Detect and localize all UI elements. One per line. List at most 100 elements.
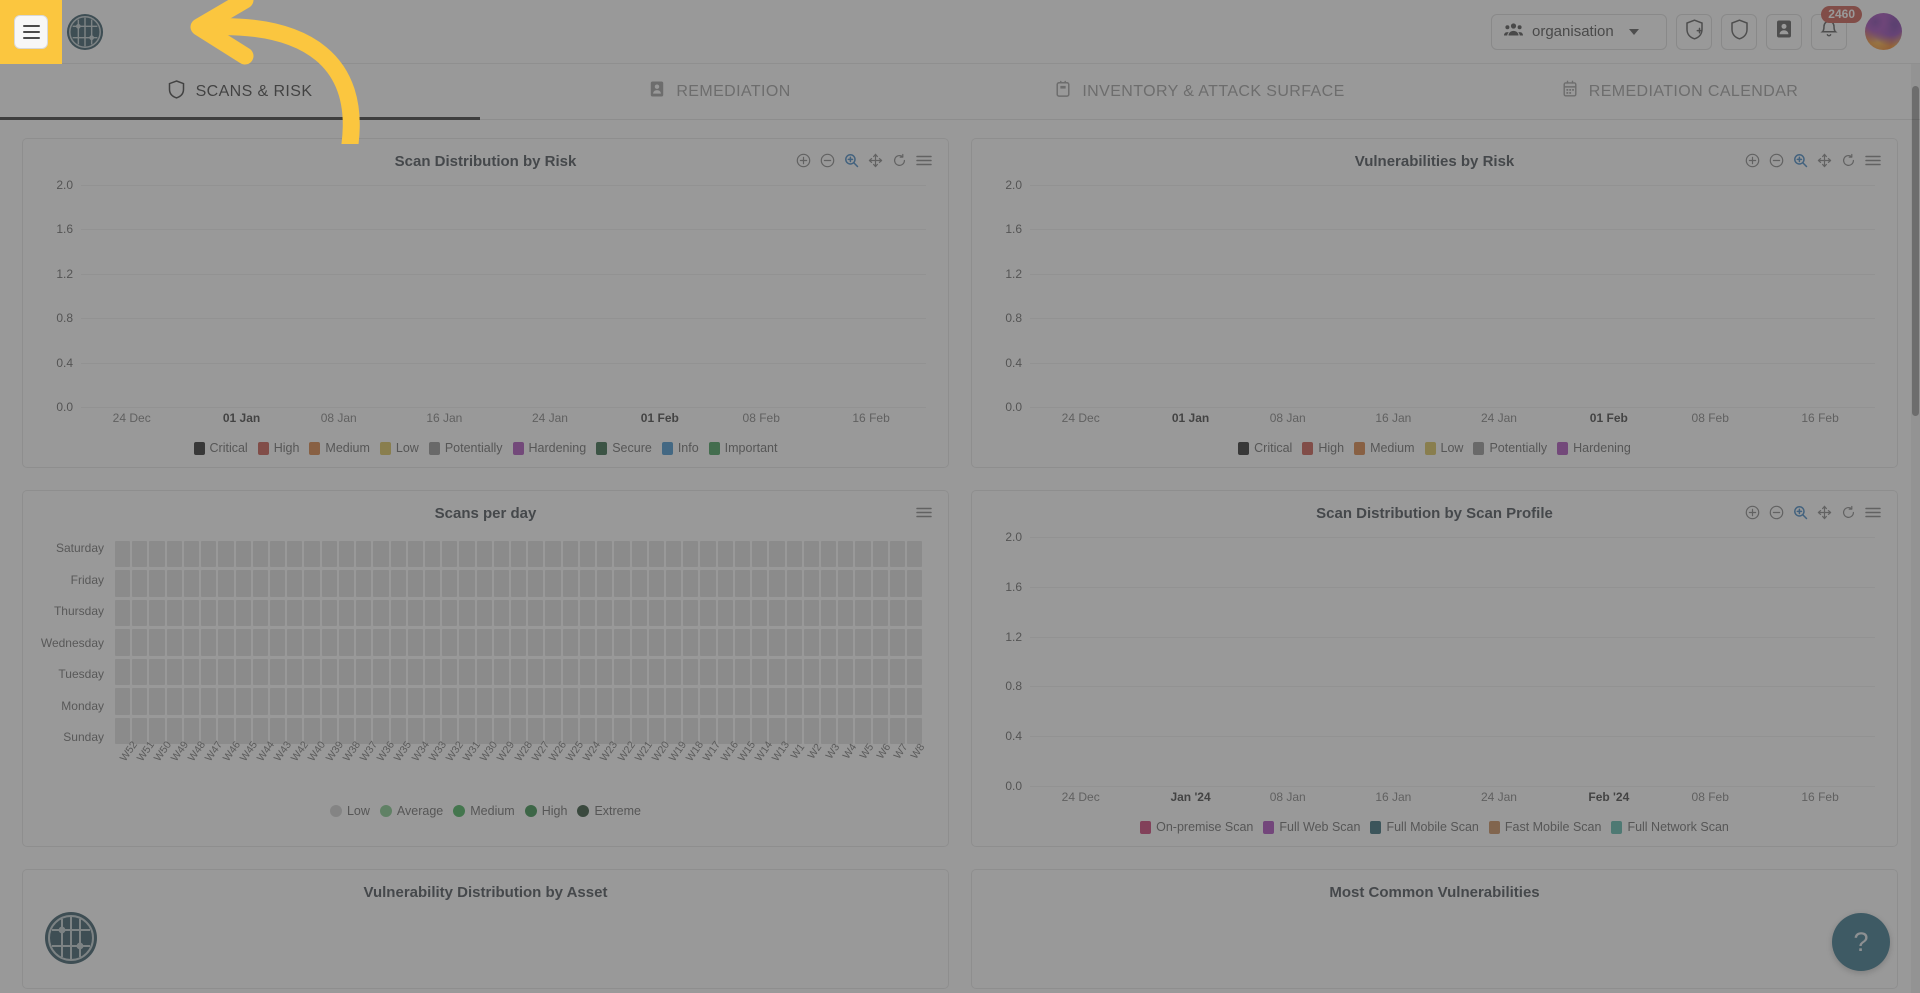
legend-item[interactable]: Extreme [577,804,641,818]
tab-remediation-calendar[interactable]: REMEDIATION CALENDAR [1440,64,1920,119]
heatmap-cell[interactable] [718,688,733,714]
heatmap-cell[interactable] [855,600,870,626]
heatmap-cell[interactable] [614,659,629,685]
heatmap-cell[interactable] [528,570,543,596]
heatmap-cell[interactable] [855,718,870,744]
reset-zoom-icon[interactable] [1841,505,1856,520]
tab-scans-and-risk[interactable]: SCANS & RISK [0,64,480,119]
heatmap-cell[interactable] [459,541,474,567]
heatmap-cell[interactable] [218,570,233,596]
legend-item[interactable]: High [525,804,568,818]
heatmap-cell[interactable] [477,659,492,685]
help-button[interactable]: ? [1832,913,1890,971]
panning-icon[interactable] [1817,153,1832,168]
heatmap-cell[interactable] [115,629,130,655]
heatmap-cell[interactable] [201,629,216,655]
heatmap-cell[interactable] [735,688,750,714]
heatmap-cell[interactable] [614,600,629,626]
heatmap-cell[interactable] [494,688,509,714]
heatmap-cell[interactable] [907,570,922,596]
legend-item[interactable]: Secure [596,441,652,455]
heatmap-cell[interactable] [821,688,836,714]
heatmap-cell[interactable] [821,570,836,596]
heatmap-cell[interactable] [787,629,802,655]
contacts-button[interactable] [1766,14,1802,50]
heatmap-cell[interactable] [735,600,750,626]
heatmap-cell[interactable] [356,570,371,596]
notifications-button[interactable]: 2460 [1811,14,1847,50]
heatmap-cell[interactable] [425,629,440,655]
heatmap-cell[interactable] [201,659,216,685]
heatmap-cell[interactable] [580,570,595,596]
heatmap-cell[interactable] [459,659,474,685]
heatmap-cell[interactable] [528,688,543,714]
heatmap-cell[interactable] [787,541,802,567]
heatmap-cell[interactable] [890,600,905,626]
heatmap-cell[interactable] [683,629,698,655]
heatmap-cell[interactable] [494,629,509,655]
heatmap-cell[interactable] [649,600,664,626]
heatmap-cell[interactable] [322,659,337,685]
heatmap-cell[interactable] [373,570,388,596]
heatmap-cell[interactable] [838,688,853,714]
legend-item[interactable]: Low [330,804,370,818]
heatmap-cell[interactable] [580,688,595,714]
heatmap-cell[interactable] [752,629,767,655]
page-scrollbar-thumb[interactable] [1912,86,1919,416]
shield-button[interactable] [1721,14,1757,50]
heatmap-cell[interactable] [649,688,664,714]
heatmap-cell[interactable] [218,688,233,714]
heatmap-cell[interactable] [339,600,354,626]
heatmap-cell[interactable] [425,600,440,626]
heatmap-cell[interactable] [339,659,354,685]
heatmap-cell[interactable] [632,600,647,626]
heatmap-cell[interactable] [666,629,681,655]
heatmap-cell[interactable] [442,688,457,714]
heatmap-cell[interactable] [253,659,268,685]
heatmap-cell[interactable] [580,541,595,567]
heatmap-cell[interactable] [804,659,819,685]
heatmap-cell[interactable] [270,688,285,714]
zoom-out-icon[interactable] [820,153,835,168]
heatmap-cell[interactable] [477,570,492,596]
heatmap-cell[interactable] [873,688,888,714]
heatmap-cell[interactable] [769,600,784,626]
legend-item[interactable]: High [258,441,300,455]
heatmap-cell[interactable] [149,629,164,655]
heatmap-cell[interactable] [718,541,733,567]
legend-item[interactable]: Fast Mobile Scan [1489,820,1602,834]
heatmap-cell[interactable] [184,629,199,655]
heatmap-cell[interactable] [821,600,836,626]
heatmap-cell[interactable] [391,688,406,714]
add-shield-button[interactable] [1676,14,1712,50]
heatmap-cell[interactable] [528,659,543,685]
heatmap-cell[interactable] [442,600,457,626]
heatmap-cell[interactable] [511,659,526,685]
heatmap-cell[interactable] [907,541,922,567]
heatmap-cell[interactable] [597,570,612,596]
heatmap-cell[interactable] [563,570,578,596]
heatmap-cell[interactable] [184,570,199,596]
heatmap-cell[interactable] [408,600,423,626]
heatmap-cell[interactable] [614,570,629,596]
legend-item[interactable]: Full Web Scan [1263,820,1360,834]
heatmap-cell[interactable] [632,570,647,596]
heatmap-cell[interactable] [442,541,457,567]
heatmap-cell[interactable] [804,570,819,596]
heatmap-cell[interactable] [907,629,922,655]
tab-inventory-and-attack-surface[interactable]: INVENTORY & ATTACK SURFACE [960,64,1440,119]
heatmap-cell[interactable] [373,541,388,567]
heatmap-cell[interactable] [511,541,526,567]
heatmap-cell[interactable] [391,541,406,567]
heatmap-cell[interactable] [838,718,853,744]
heatmap-cell[interactable] [666,600,681,626]
legend-item[interactable]: Full Mobile Scan [1370,820,1478,834]
heatmap-cell[interactable] [115,659,130,685]
heatmap-cell[interactable] [666,688,681,714]
heatmap-cell[interactable] [494,570,509,596]
heatmap-cell[interactable] [391,600,406,626]
heatmap-cell[interactable] [735,541,750,567]
heatmap-cell[interactable] [890,570,905,596]
heatmap-cell[interactable] [425,688,440,714]
brand-logo-icon[interactable] [66,13,104,51]
